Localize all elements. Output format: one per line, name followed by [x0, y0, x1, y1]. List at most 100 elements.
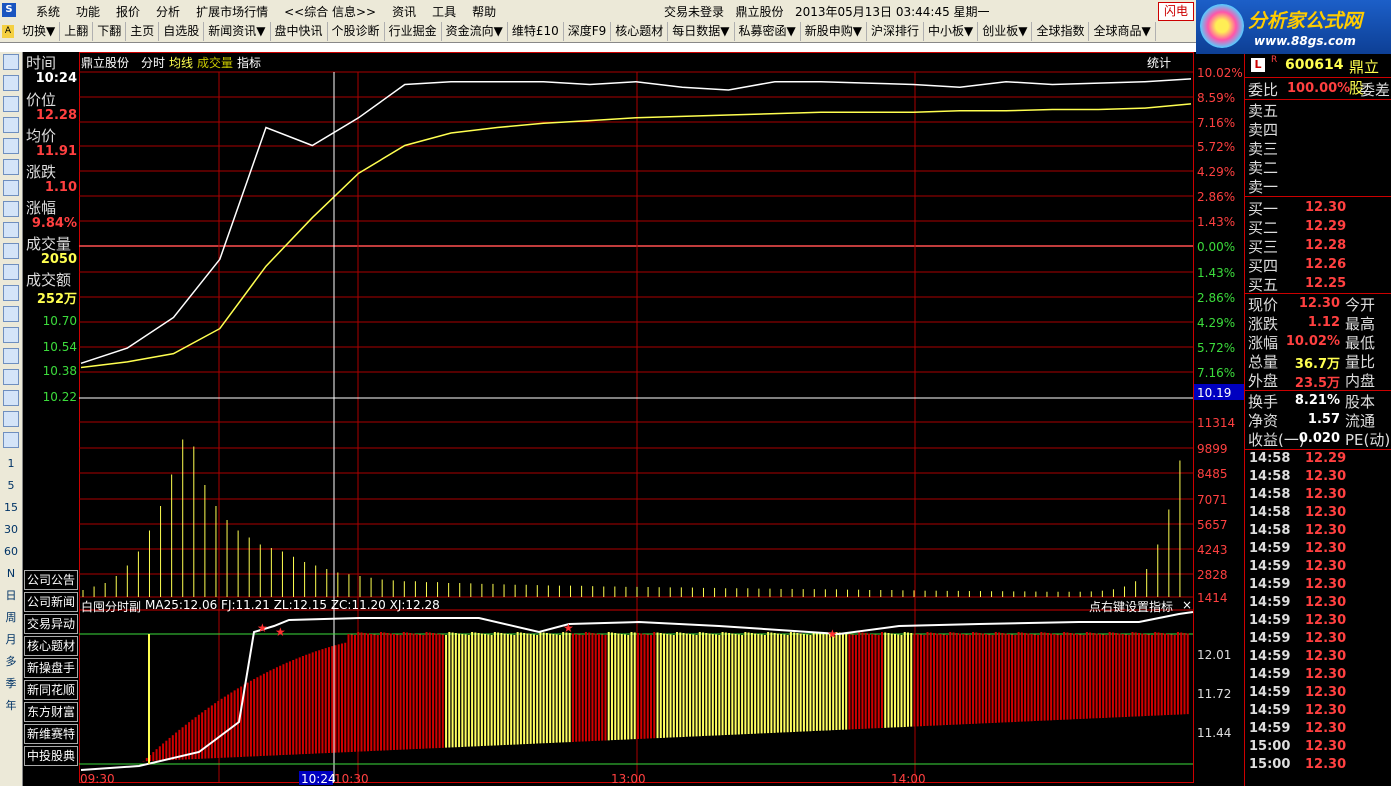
period-button[interactable]: 周 — [0, 607, 22, 629]
menu-item[interactable]: 帮助 — [464, 3, 504, 20]
buy-price: 12.30 — [1305, 200, 1347, 215]
stats-button[interactable]: 统计 — [1147, 54, 1171, 71]
refresh-icon[interactable] — [3, 432, 19, 448]
menu-item[interactable]: 报价 — [108, 3, 148, 20]
toolbar-button[interactable]: 下翻 — [93, 22, 127, 41]
doc-icon[interactable] — [3, 180, 19, 196]
news-button[interactable]: 新维赛特 — [24, 724, 78, 744]
toolbar-button[interactable]: 主页 — [126, 22, 160, 41]
news-button[interactable]: 东方财富 — [24, 702, 78, 722]
grid-icon[interactable] — [3, 75, 19, 91]
period-button[interactable]: 15 — [0, 497, 22, 519]
f2-icon[interactable] — [3, 222, 19, 238]
period-button[interactable]: 30 — [0, 519, 22, 541]
news-button[interactable]: 新同花顺 — [24, 680, 78, 700]
pct-tick-label: 4.29% — [1197, 165, 1235, 179]
news-button[interactable]: 中投股典 — [24, 746, 78, 766]
volume-tick-label: 8485 — [1197, 467, 1228, 481]
toolbar-button[interactable]: 沪深排行 — [867, 22, 924, 41]
news-button[interactable]: 公司新闻 — [24, 592, 78, 612]
toolbar-button[interactable]: 全球指数 — [1032, 22, 1090, 41]
period-button[interactable]: 月 — [0, 629, 22, 651]
plus-icon[interactable] — [3, 369, 19, 385]
toolbar-button[interactable]: 深度F9 — [564, 22, 612, 41]
toolbar-button[interactable]: 新股申购▼ — [801, 22, 867, 41]
divider — [1245, 449, 1391, 450]
chart-tab-minute[interactable]: 分时 — [141, 54, 165, 71]
period-button[interactable]: 1 — [0, 453, 22, 475]
chart-tab-volume[interactable]: 成交量 — [197, 54, 233, 71]
tick-price: 12.30 — [1305, 595, 1347, 610]
tick-time: 14:58 — [1249, 523, 1291, 538]
flash-button[interactable]: 闪电 — [1158, 2, 1194, 21]
period-button[interactable]: 5 — [0, 475, 22, 497]
extra-label2: 流通 — [1345, 412, 1376, 430]
menu-item[interactable]: 扩展市场行情 — [188, 3, 276, 20]
toolbar-button[interactable]: 维特£10 — [508, 22, 564, 41]
close-icon[interactable]: × — [1182, 598, 1192, 612]
period-button[interactable]: 年 — [0, 695, 22, 717]
toolbar-button[interactable]: 上翻 — [60, 22, 94, 41]
menu-item[interactable]: 功能 — [68, 3, 108, 20]
pulse-icon[interactable] — [3, 327, 19, 343]
menu-item[interactable]: <<综合 信息>> — [276, 3, 384, 20]
period-button[interactable]: N — [0, 563, 22, 585]
news-button[interactable]: 交易异动 — [24, 614, 78, 634]
f6-icon[interactable] — [3, 243, 19, 259]
avg-price-line — [80, 103, 1192, 369]
f10-icon[interactable] — [3, 159, 19, 175]
crosshair-value: 10.19 — [1197, 386, 1231, 400]
chart-panel[interactable]: 10.02% 8.59% 7.16% 5.72% 4.29% 2.86% 1.43% 0.00… — [79, 52, 1244, 786]
toolbar-button[interactable]: 盘中快讯 — [271, 22, 328, 41]
chart-tab-indicator[interactable]: 指标 — [237, 54, 261, 71]
toolbar-button[interactable]: 切换▼ — [18, 22, 61, 41]
period-button[interactable]: 日 — [0, 585, 22, 607]
chart-tab-avg[interactable]: 均线 — [169, 54, 193, 71]
menu-item[interactable]: 资讯 — [384, 3, 424, 20]
toolbar-button[interactable]: 全球商品▼ — [1089, 22, 1156, 41]
price-tick: 10.70 — [42, 314, 77, 328]
time-value: 10:24 — [35, 71, 77, 86]
wave-icon[interactable] — [3, 306, 19, 322]
ten-icon[interactable] — [3, 348, 19, 364]
toolbar-button[interactable]: 新闻资讯▼ — [204, 22, 271, 41]
candle-icon[interactable] — [3, 117, 19, 133]
news-button[interactable]: 核心题材 — [24, 636, 78, 656]
news-icon[interactable] — [3, 201, 19, 217]
toolbar-button[interactable]: 每日数据▼ — [668, 22, 735, 41]
search-icon[interactable] — [3, 264, 19, 280]
chart-canvas[interactable]: 10.02% 8.59% 7.16% 5.72% 4.29% 2.86% 1.43% 0.00… — [79, 52, 1244, 786]
f5-icon[interactable] — [3, 411, 19, 427]
toolbar-button[interactable]: 自选股 — [159, 22, 205, 41]
pen-icon[interactable] — [3, 390, 19, 406]
pct-value: 9.84% — [31, 216, 77, 231]
chart-stock-name: 鼎立股份 — [81, 56, 130, 70]
toolbar-button[interactable]: 中小板▼ — [924, 22, 979, 41]
period-button[interactable]: 季 — [0, 673, 22, 695]
stock-name: 鼎立股份 — [735, 5, 784, 19]
toolbar-button[interactable]: 核心题材 — [611, 22, 669, 41]
price-value: 12.28 — [35, 108, 77, 123]
price-tick: 10.54 — [42, 340, 77, 354]
period-button[interactable]: 多 — [0, 651, 22, 673]
indicator-settings-link[interactable]: 点右键设置指标 — [1089, 598, 1173, 615]
toolbar-button[interactable]: 私募密函▼ — [735, 22, 801, 41]
menu-item[interactable]: 分析 — [148, 3, 188, 20]
period-button[interactable]: 60 — [0, 541, 22, 563]
line-icon[interactable] — [3, 96, 19, 112]
menu-item[interactable]: 工具 — [424, 3, 464, 20]
toolbar-button[interactable]: 个股诊断 — [328, 22, 385, 41]
toolbar-button[interactable]: 行业掘金 — [385, 22, 442, 41]
rise-icon[interactable] — [3, 285, 19, 301]
toolbar-button[interactable]: 资金流向▼ — [442, 22, 508, 41]
news-button[interactable]: 新操盘手 — [24, 658, 78, 678]
tick-price: 12.30 — [1305, 469, 1347, 484]
chart-icon[interactable] — [3, 54, 19, 70]
table-icon[interactable] — [3, 138, 19, 154]
menu-item[interactable]: 系统 — [28, 3, 68, 20]
buy-level: 买二 — [1248, 219, 1279, 237]
news-button[interactable]: 公司公告 — [24, 570, 78, 590]
left-sidebar: 1 5 15 30 60 N 日周月多季年 — [0, 52, 23, 786]
login-status: 交易未登录 — [664, 5, 725, 19]
toolbar-button[interactable]: 创业板▼ — [978, 22, 1033, 41]
